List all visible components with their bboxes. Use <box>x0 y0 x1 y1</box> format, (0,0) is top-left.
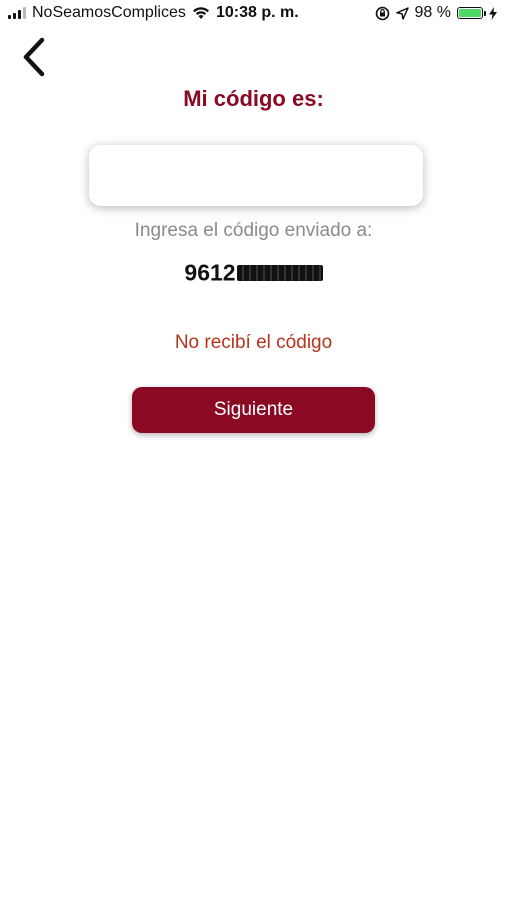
phone-prefix: 9612 <box>184 259 236 286</box>
phone-number: 9612 <box>0 258 507 286</box>
charging-bolt-icon <box>489 6 497 20</box>
signal-icon <box>8 7 26 19</box>
status-right: 98 % <box>375 4 497 22</box>
instructions-text: Ingresa el código enviado a: <box>134 220 373 241</box>
screen-rotation-lock-icon <box>375 6 389 20</box>
redaction-mark <box>236 264 323 281</box>
page-title: Mi código es: <box>183 86 324 111</box>
battery-percent: 98 % <box>414 4 451 21</box>
status-left: NoSeamosComplices <box>8 4 210 22</box>
carrier-name: NoSeamosComplices <box>32 4 186 21</box>
verification-screen: NoSeamosComplices 10:38 p. m. 98 % Mi có… <box>0 0 507 900</box>
back-button[interactable] <box>18 36 50 78</box>
status-bar: NoSeamosComplices 10:38 p. m. 98 % <box>0 0 507 28</box>
next-button[interactable]: Siguiente <box>132 387 375 433</box>
status-time: 10:38 p. m. <box>216 4 299 21</box>
verification-code-input[interactable] <box>89 145 423 206</box>
chevron-left-icon <box>23 37 45 77</box>
wifi-icon <box>192 7 209 19</box>
battery-icon <box>457 7 486 19</box>
location-arrow-icon <box>395 6 409 20</box>
resend-code-link[interactable]: No recibí el código <box>0 332 507 354</box>
